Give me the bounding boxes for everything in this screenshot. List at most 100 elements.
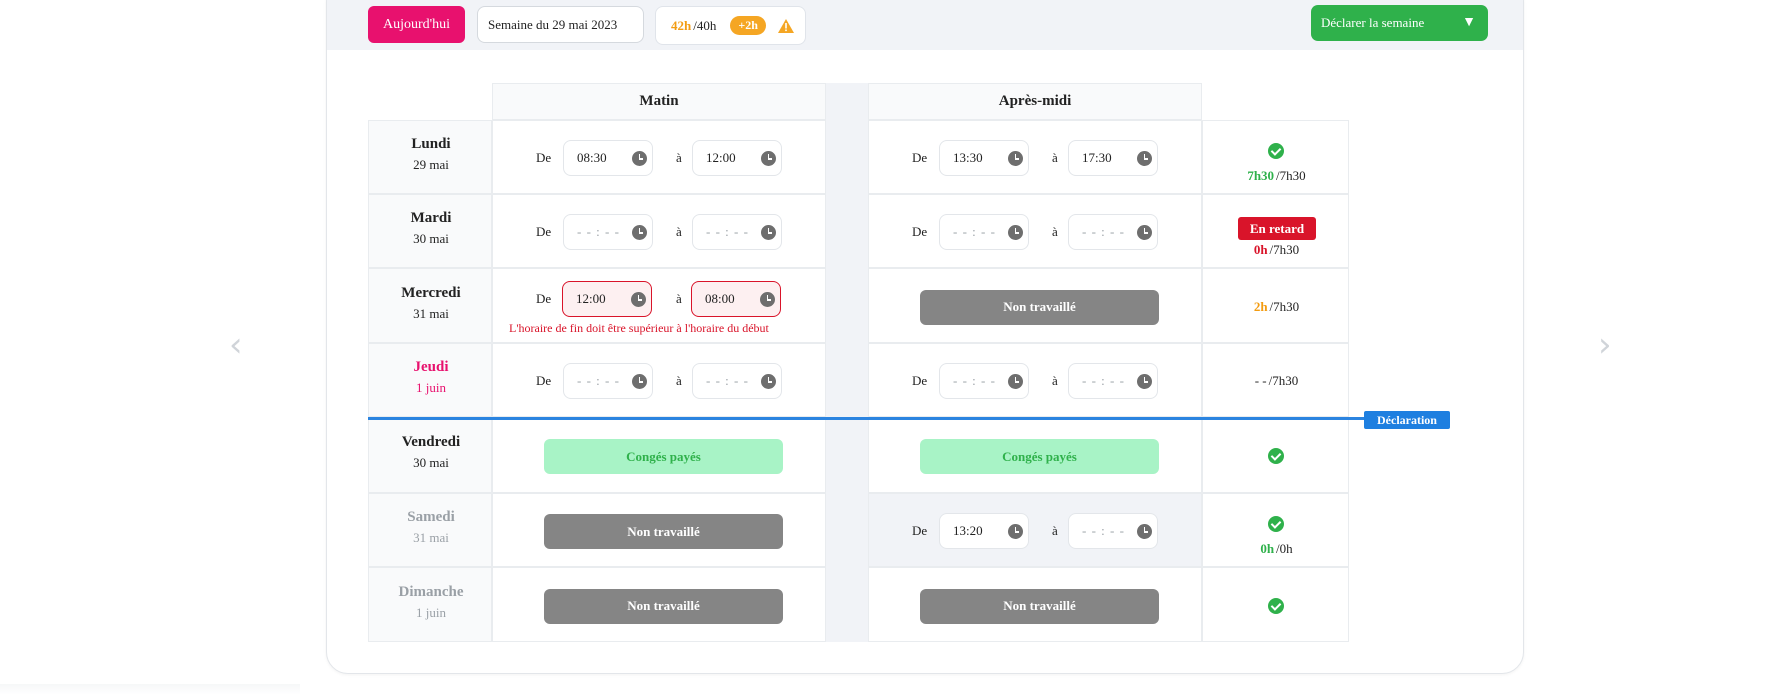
from-label: De (912, 373, 928, 388)
to-label: à (1052, 150, 1058, 165)
hours-target: /0h (1276, 541, 1293, 556)
hours-summary: 0h/0h (1203, 541, 1350, 557)
next-week-arrow[interactable]: › (1598, 325, 1612, 365)
clock-icon[interactable] (761, 151, 776, 166)
hours-target: /7h30 (1268, 373, 1299, 388)
clock-icon[interactable] (1008, 151, 1023, 166)
day-date: 29 mai (413, 157, 449, 172)
clock-icon[interactable] (1008, 374, 1023, 389)
day-name: Samedi (407, 509, 455, 525)
morning-cell: De 08:30 à 12:00 (492, 120, 826, 194)
time-value: - - : - - (577, 224, 620, 239)
from-label: De (912, 150, 928, 165)
afternoon-start-time-input[interactable]: 13:30 (939, 140, 1029, 176)
hours-done: 7h30 (1247, 168, 1275, 183)
day-date: 30 mai (413, 231, 449, 246)
morning-start-time-input[interactable]: - - : - - (563, 363, 653, 399)
day-name: Lundi (411, 136, 451, 152)
clock-icon[interactable] (761, 374, 776, 389)
to-label: à (676, 224, 682, 239)
afternoon-cell: De 13:30 à 17:30 (868, 120, 1202, 194)
day-status-cell (1202, 567, 1349, 642)
day-cell: Mercredi 31 mai (368, 268, 492, 343)
hours-done: 0h (1253, 242, 1268, 257)
day-cell: Lundi 29 mai (368, 120, 492, 194)
from-label: De (912, 224, 928, 239)
hours-done: - - (1254, 373, 1267, 388)
clock-icon[interactable] (761, 225, 776, 240)
time-value: 12:00 (576, 291, 606, 306)
chevron-down-icon: ▼ (1462, 15, 1476, 30)
day-date: 1 juin (416, 380, 446, 395)
morning-end-time-input[interactable]: - - : - - (692, 214, 782, 250)
time-value: 12:00 (706, 150, 736, 165)
day-date: 31 mai (413, 530, 449, 545)
clock-icon[interactable] (1137, 374, 1152, 389)
time-value: 13:20 (953, 523, 983, 538)
day-name: Mardi (410, 210, 452, 226)
today-button[interactable]: Aujourd'hui (368, 6, 465, 43)
not-worked-pill[interactable]: Non travaillé (920, 289, 1159, 325)
clock-icon[interactable] (1008, 225, 1023, 240)
hours-target: /7h30 (1276, 168, 1306, 183)
clock-icon[interactable] (632, 225, 647, 240)
afternoon-start-time-input[interactable]: - - : - - (939, 214, 1029, 250)
week-selector[interactable]: Semaine du 29 mai 2023 (477, 6, 644, 43)
day-date: 30 mai (413, 455, 449, 470)
not-worked-pill[interactable]: Non travaillé (544, 588, 783, 624)
hours-done: 42h (671, 17, 692, 33)
not-worked-pill[interactable]: Non travaillé (920, 588, 1159, 624)
paid-leave-pill[interactable]: Congés payés (920, 439, 1159, 474)
to-label: à (676, 373, 682, 388)
afternoon-cell: De 13:20 à - - : - - (868, 493, 1202, 567)
hours-target: /7h30 (1269, 298, 1300, 314)
declare-week-label: Déclarer la semaine (1321, 15, 1425, 30)
clock-icon[interactable] (760, 292, 775, 307)
afternoon-start-time-input[interactable]: 13:20 (939, 513, 1029, 549)
afternoon-end-time-input[interactable]: - - : - - (1068, 363, 1158, 399)
morning-start-time-input[interactable]: - - : - - (563, 214, 653, 250)
not-worked-pill[interactable]: Non travaillé (544, 514, 783, 549)
from-label: De (536, 224, 552, 239)
day-name: Dimanche (398, 583, 464, 600)
clock-icon[interactable] (1137, 524, 1152, 539)
morning-end-time-input[interactable]: - - : - - (692, 363, 782, 399)
time-value: - - : - - (706, 224, 749, 239)
day-cell: Samedi 31 mai (368, 493, 492, 567)
morning-start-time-input[interactable]: 08:30 (563, 140, 653, 176)
time-error-message: L'horaire de fin doit être supérieur à l… (509, 321, 769, 335)
afternoon-start-time-input[interactable]: - - : - - (939, 363, 1029, 399)
afternoon-end-time-input[interactable]: - - : - - (1068, 513, 1158, 549)
clock-icon[interactable] (1137, 225, 1152, 240)
prev-week-arrow[interactable]: ‹ (229, 325, 243, 365)
to-label: à (676, 291, 682, 306)
column-separator (826, 83, 868, 642)
declaration-line (368, 417, 1368, 420)
declare-week-button[interactable]: Déclarer la semaine ▼ (1311, 5, 1488, 41)
day-status-cell: - -/7h30 (1202, 343, 1349, 417)
clock-icon[interactable] (632, 374, 647, 389)
paid-leave-pill[interactable]: Congés payés (544, 439, 783, 474)
time-value: - - : - - (953, 373, 996, 388)
clock-icon[interactable] (1137, 151, 1152, 166)
morning-start-time-input[interactable]: 12:00 (562, 281, 652, 317)
clock-icon[interactable] (632, 151, 647, 166)
afternoon-cell: Congés payés (868, 417, 1202, 493)
time-value: - - : - - (1082, 373, 1125, 388)
day-name: Vendredi (401, 434, 461, 450)
morning-end-time-input[interactable]: 08:00 (691, 281, 781, 317)
time-value: 13:30 (953, 150, 983, 165)
morning-cell: Non travaillé (492, 567, 826, 642)
morning-end-time-input[interactable]: 12:00 (692, 140, 782, 176)
to-label: à (1052, 224, 1058, 239)
afternoon-end-time-input[interactable]: - - : - - (1068, 214, 1158, 250)
hours-done: 2h (1253, 298, 1268, 314)
time-value: - - : - - (1082, 224, 1125, 239)
day-date: 31 mai (413, 305, 449, 321)
hours-target: /7h30 (1269, 242, 1300, 257)
clock-icon[interactable] (631, 292, 646, 307)
clock-icon[interactable] (1008, 524, 1023, 539)
afternoon-end-time-input[interactable]: 17:30 (1068, 140, 1158, 176)
day-cell: Vendredi 30 mai (368, 417, 492, 493)
afternoon-cell: De - - : - - à - - : - - (868, 343, 1202, 417)
